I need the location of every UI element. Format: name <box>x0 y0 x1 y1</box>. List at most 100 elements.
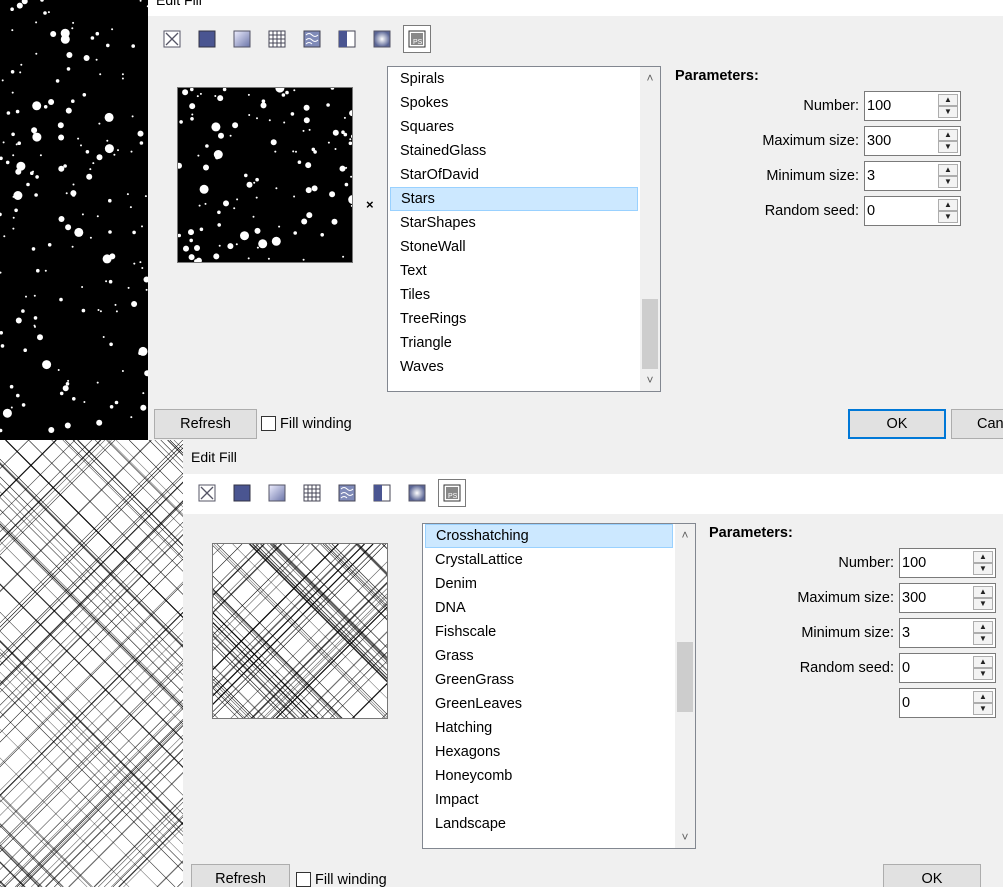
spin-up-icon[interactable]: ▲ <box>938 129 958 141</box>
no-fill-button[interactable] <box>158 25 186 53</box>
list-item[interactable]: StoneWall <box>400 235 466 259</box>
param-value[interactable]: 100 <box>902 549 926 577</box>
spin-down-icon[interactable]: ▼ <box>973 598 993 610</box>
list-item[interactable]: GreenLeaves <box>435 692 522 716</box>
list-item[interactable]: Honeycomb <box>435 764 512 788</box>
list-item[interactable]: StarOfDavid <box>400 163 479 187</box>
list-item[interactable]: Grass <box>435 644 474 668</box>
spin-up-icon[interactable]: ▲ <box>938 164 958 176</box>
param-spinbox[interactable]: 0 ▲ ▼ <box>899 653 996 683</box>
spin-up-icon[interactable]: ▲ <box>938 199 958 211</box>
image-fill-button[interactable] <box>368 25 396 53</box>
param-spinbox[interactable]: 3 ▲ ▼ <box>899 618 996 648</box>
list-item[interactable]: Triangle <box>400 331 452 355</box>
fill-list[interactable]: ˄ ˅ Crosshatching CrystalLattice Denim DNA F… <box>422 523 696 849</box>
spin-up-icon[interactable]: ▲ <box>938 94 958 106</box>
list-item[interactable]: GreenGrass <box>435 668 514 692</box>
param-value[interactable]: 0 <box>867 197 875 225</box>
gradient-fill-button[interactable] <box>228 25 256 53</box>
list-item[interactable]: StainedGlass <box>400 139 486 163</box>
spin-down-icon[interactable]: ▼ <box>973 703 993 715</box>
scroll-up-icon[interactable]: ˄ <box>675 524 695 546</box>
param-value[interactable]: 300 <box>867 127 891 155</box>
list-item[interactable]: Denim <box>435 572 477 596</box>
half-fill-button[interactable] <box>333 25 361 53</box>
param-value[interactable]: 0 <box>902 689 910 717</box>
texture-fill-icon <box>338 484 356 502</box>
solid-fill-button[interactable] <box>228 479 256 507</box>
list-item[interactable]: Hexagons <box>435 740 500 764</box>
ok-button[interactable]: OK <box>848 409 946 439</box>
procedural-fill-button[interactable]: PS <box>403 25 431 53</box>
gradient-fill-button[interactable] <box>263 479 291 507</box>
list-item[interactable]: Crosshatching <box>425 524 673 548</box>
param-value[interactable]: 3 <box>867 162 875 190</box>
spin-up-icon[interactable]: ▲ <box>973 586 993 598</box>
param-value[interactable]: 100 <box>867 92 891 120</box>
parameters-heading: Parameters: <box>675 68 759 84</box>
solid-fill-button[interactable] <box>193 25 221 53</box>
list-scrollbar[interactable]: ˄ ˅ <box>640 67 660 391</box>
list-item[interactable]: Hatching <box>435 716 492 740</box>
no-fill-button[interactable] <box>193 479 221 507</box>
spin-down-icon[interactable]: ▼ <box>938 141 958 153</box>
spin-down-icon[interactable]: ▼ <box>938 211 958 223</box>
list-item[interactable]: Waves <box>400 355 444 379</box>
cancel-button[interactable]: Can <box>951 409 1003 439</box>
scroll-thumb[interactable] <box>677 642 693 712</box>
close-preview-icon[interactable]: × <box>366 197 374 212</box>
param-spinbox[interactable]: 3 ▲ ▼ <box>864 161 961 191</box>
spin-up-icon[interactable]: ▲ <box>973 551 993 563</box>
texture-fill-button[interactable] <box>298 25 326 53</box>
refresh-button[interactable]: Refresh <box>154 409 257 439</box>
spin-down-icon[interactable]: ▼ <box>938 176 958 188</box>
fill-winding-checkbox[interactable] <box>261 416 276 431</box>
param-spinbox[interactable]: 100 ▲ ▼ <box>899 548 996 578</box>
scroll-up-icon[interactable]: ˄ <box>640 67 660 89</box>
spin-up-icon[interactable]: ▲ <box>973 691 993 703</box>
param-spinbox[interactable]: 100 ▲ ▼ <box>864 91 961 121</box>
list-item[interactable]: DNA <box>435 596 466 620</box>
spin-down-icon[interactable]: ▼ <box>973 668 993 680</box>
ok-button[interactable]: OK <box>883 864 981 887</box>
pattern-fill-icon <box>303 484 321 502</box>
scroll-down-icon[interactable]: ˅ <box>675 826 695 848</box>
list-item[interactable]: Spirals <box>400 67 444 91</box>
pattern-fill-button[interactable] <box>263 25 291 53</box>
list-item[interactable]: Tiles <box>400 283 430 307</box>
list-item[interactable]: Stars <box>390 187 638 211</box>
list-item[interactable]: Spokes <box>400 91 448 115</box>
parameters-heading: Parameters: <box>709 525 793 541</box>
half-fill-button[interactable] <box>368 479 396 507</box>
list-item[interactable]: CrystalLattice <box>435 548 523 572</box>
fill-winding-checkbox[interactable] <box>296 872 311 887</box>
spin-down-icon[interactable]: ▼ <box>973 563 993 575</box>
procedural-fill-button[interactable]: PS <box>438 479 466 507</box>
refresh-button[interactable]: Refresh <box>191 864 290 887</box>
param-spinbox[interactable]: 300 ▲ ▼ <box>899 583 996 613</box>
param-value[interactable]: 0 <box>902 654 910 682</box>
list-item[interactable]: Text <box>400 259 427 283</box>
param-value[interactable]: 300 <box>902 584 926 612</box>
spin-up-icon[interactable]: ▲ <box>973 621 993 633</box>
param-spinbox[interactable]: 0 ▲ ▼ <box>864 196 961 226</box>
list-scrollbar[interactable]: ˄ ˅ <box>675 524 695 848</box>
fill-list[interactable]: ˄ ˅ Spirals Spokes Squares StainedGlass Star… <box>387 66 661 392</box>
param-value[interactable]: 3 <box>902 619 910 647</box>
list-item[interactable]: Squares <box>400 115 454 139</box>
list-item[interactable]: StarShapes <box>400 211 476 235</box>
scroll-thumb[interactable] <box>642 299 658 369</box>
spin-down-icon[interactable]: ▼ <box>973 633 993 645</box>
param-spinbox[interactable]: 0 ▲ ▼ <box>899 688 996 718</box>
list-item[interactable]: Landscape <box>435 812 506 836</box>
param-spinbox[interactable]: 300 ▲ ▼ <box>864 126 961 156</box>
list-item[interactable]: Fishscale <box>435 620 496 644</box>
image-fill-button[interactable] <box>403 479 431 507</box>
spin-down-icon[interactable]: ▼ <box>938 106 958 118</box>
list-item[interactable]: TreeRings <box>400 307 466 331</box>
spin-up-icon[interactable]: ▲ <box>973 656 993 668</box>
list-item[interactable]: Impact <box>435 788 479 812</box>
texture-fill-button[interactable] <box>333 479 361 507</box>
scroll-down-icon[interactable]: ˅ <box>640 369 660 391</box>
pattern-fill-button[interactable] <box>298 479 326 507</box>
